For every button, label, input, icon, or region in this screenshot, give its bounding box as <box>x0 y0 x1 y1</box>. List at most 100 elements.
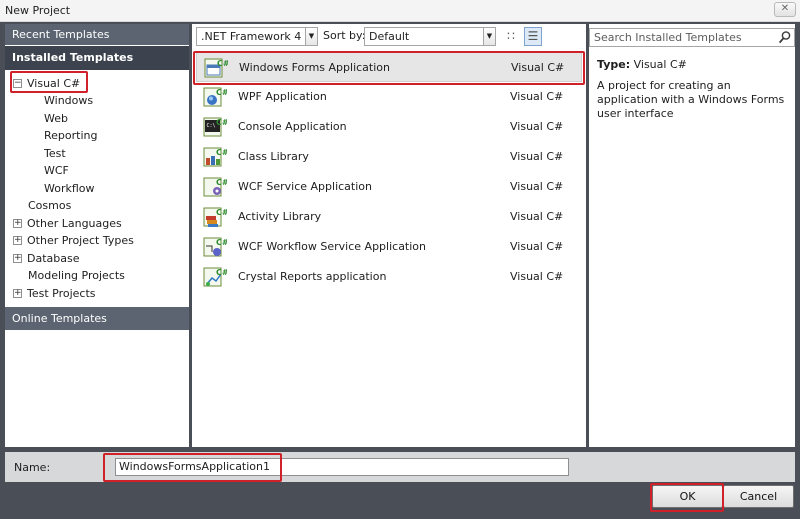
template-type: Type: Visual C# <box>597 58 687 71</box>
search-templates-input[interactable]: Search Installed Templates <box>589 28 795 47</box>
sort-select[interactable]: Default ▼ <box>364 27 496 46</box>
chevron-down-icon[interactable]: ▼ <box>305 28 317 45</box>
sort-value: Default <box>369 30 410 43</box>
template-row[interactable]: C# Windows Forms Application Visual C# <box>196 52 582 82</box>
list-view-button[interactable]: ☰ <box>524 27 542 46</box>
crystal-reports-icon: C# <box>203 266 229 288</box>
template-name: WCF Service Application <box>238 180 372 193</box>
template-row[interactable]: C# Activity Library Visual C# <box>196 202 582 232</box>
svg-text:C#: C# <box>217 59 228 68</box>
template-row[interactable]: C# Class Library Visual C# <box>196 142 582 172</box>
tree-item-label: Other Project Types <box>27 234 134 247</box>
tree-item[interactable]: Cosmos <box>28 197 71 214</box>
console-icon: C:\C# <box>203 116 229 138</box>
wcf-workflow-icon: C# <box>203 236 229 258</box>
tree-item-label: Modeling Projects <box>28 269 125 282</box>
svg-text:C#: C# <box>216 148 227 157</box>
tree-item[interactable]: − Visual C# <box>13 75 80 92</box>
tree-item-label: Cosmos <box>28 199 72 212</box>
svg-text:C#: C# <box>216 208 227 217</box>
ok-button[interactable]: OK <box>652 485 723 508</box>
framework-value: .NET Framework 4 <box>201 30 302 43</box>
tree-item-label: Workflow <box>44 182 95 195</box>
dialog-frame: Recent Templates Installed Templates − Vi… <box>0 22 800 519</box>
template-language: Visual C# <box>510 270 564 283</box>
tree-item[interactable]: Windows <box>44 92 93 109</box>
nav-recent-templates[interactable]: Recent Templates <box>5 24 189 45</box>
template-name: Crystal Reports application <box>238 270 387 283</box>
tree-item-label: Database <box>27 252 80 265</box>
tree-item[interactable]: Web <box>44 110 68 127</box>
expand-icon[interactable]: + <box>13 235 22 245</box>
template-language: Visual C# <box>510 240 564 253</box>
type-value: Visual C# <box>633 58 687 71</box>
template-name: Class Library <box>238 150 309 163</box>
svg-text:C#: C# <box>216 118 227 127</box>
svg-text:C#: C# <box>216 178 227 187</box>
template-name: Console Application <box>238 120 347 133</box>
template-name: Activity Library <box>238 210 322 223</box>
type-label: Type: <box>597 58 631 71</box>
class-library-icon: C# <box>203 146 229 168</box>
nav-installed-templates[interactable]: Installed Templates <box>5 46 189 70</box>
name-bar: Name: WindowsFormsApplication1 <box>5 452 795 482</box>
template-row[interactable]: C# WPF Application Visual C# <box>196 82 582 112</box>
expand-icon[interactable]: + <box>13 218 22 228</box>
template-language: Visual C# <box>510 120 564 133</box>
tree-item[interactable]: Reporting <box>44 127 97 144</box>
tree-item-label: Test <box>44 147 66 160</box>
template-name: Windows Forms Application <box>239 61 390 74</box>
small-icons-view-button[interactable]: ∷ <box>502 27 520 46</box>
cancel-button[interactable]: Cancel <box>723 485 794 508</box>
chevron-down-icon[interactable]: ▼ <box>483 28 495 45</box>
template-list-pane: .NET Framework 4 ▼ Sort by: Default ▼ ∷ … <box>192 24 586 447</box>
close-button[interactable]: ✕ <box>774 2 796 17</box>
framework-select[interactable]: .NET Framework 4 ▼ <box>196 27 318 46</box>
title-bar: New Project ✕ <box>0 0 800 22</box>
template-info-pane: Search Installed Templates Type: Visual … <box>589 24 795 447</box>
template-language: Visual C# <box>510 210 564 223</box>
sort-by-label: Sort by: <box>323 29 366 42</box>
search-icon[interactable] <box>778 30 792 45</box>
tree-item-label: Reporting <box>44 129 98 142</box>
template-row[interactable]: C:\C# Console Application Visual C# <box>196 112 582 142</box>
expand-icon[interactable]: + <box>13 253 22 263</box>
tree-item[interactable]: + Test Projects <box>13 285 96 302</box>
tree-item[interactable]: + Database <box>13 250 80 267</box>
search-placeholder: Search Installed Templates <box>594 31 742 44</box>
svg-text:C#: C# <box>216 238 227 247</box>
tree-item[interactable]: + Other Project Types <box>13 232 134 249</box>
template-language: Visual C# <box>510 150 564 163</box>
wpf-icon: C# <box>203 86 229 108</box>
template-name: WCF Workflow Service Application <box>238 240 426 253</box>
tree-item[interactable]: + Other Languages <box>13 215 122 232</box>
svg-text:C:\: C:\ <box>207 123 216 129</box>
activity-library-icon: C# <box>203 206 229 228</box>
winforms-icon: C# <box>204 57 230 79</box>
name-label: Name: <box>14 461 51 474</box>
tree-item-label: Other Languages <box>27 217 122 230</box>
tree-item-label: Web <box>44 112 68 125</box>
tree-item[interactable]: Test <box>44 145 66 162</box>
tree-item[interactable]: WCF <box>44 162 69 179</box>
template-row[interactable]: C# WCF Workflow Service Application Visual… <box>196 232 582 262</box>
tree-item-label: Test Projects <box>27 287 96 300</box>
small-icons-icon: ∷ <box>507 29 515 43</box>
tree-item[interactable]: Modeling Projects <box>28 267 125 284</box>
template-language: Visual C# <box>511 61 565 74</box>
wcf-service-icon: C# <box>203 176 229 198</box>
template-row[interactable]: C# Crystal Reports application Visual C# <box>196 262 582 292</box>
nav-online-templates[interactable]: Online Templates <box>5 307 189 330</box>
expand-icon[interactable]: + <box>13 288 22 298</box>
tree-item-label: Windows <box>44 94 94 107</box>
template-navigation: Recent Templates Installed Templates − Vi… <box>5 24 189 447</box>
tree-item-label: WCF <box>44 164 69 177</box>
project-name-input[interactable]: WindowsFormsApplication1 <box>115 458 569 476</box>
tree-item[interactable]: Workflow <box>44 180 95 197</box>
svg-text:C#: C# <box>216 268 227 277</box>
svg-text:C#: C# <box>216 88 227 97</box>
collapse-icon[interactable]: − <box>13 78 22 88</box>
window-title: New Project <box>5 4 71 17</box>
list-toolbar: .NET Framework 4 ▼ Sort by: Default ▼ ∷ … <box>192 24 586 49</box>
template-row[interactable]: C# WCF Service Application Visual C# <box>196 172 582 202</box>
